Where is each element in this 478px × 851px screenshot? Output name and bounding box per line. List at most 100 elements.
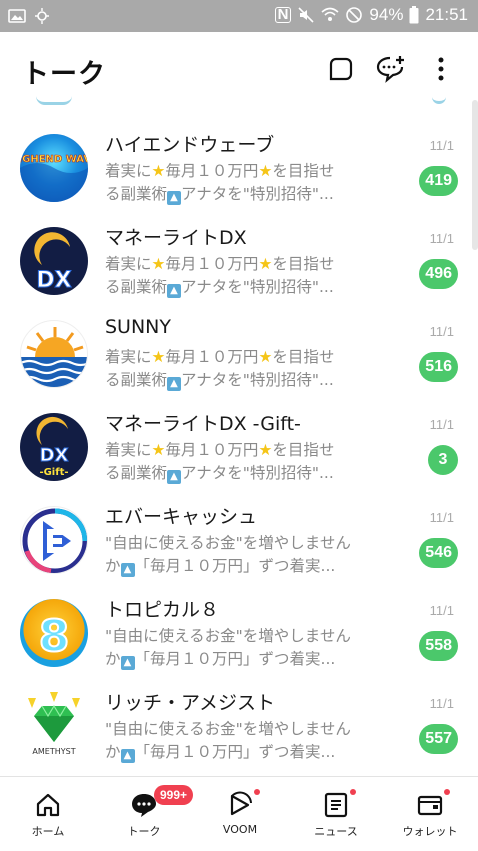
clock: 21:51 xyxy=(425,5,468,24)
nav-home[interactable]: ホーム xyxy=(0,777,96,851)
avatar-text: AMETHYST xyxy=(32,747,75,756)
app-header: トーク xyxy=(0,32,478,102)
nav-wallet[interactable]: ウォレット xyxy=(382,777,478,851)
home-icon xyxy=(36,793,60,817)
avatar-text: 8 xyxy=(39,611,70,662)
star-icon: ★ xyxy=(151,162,166,180)
unread-badge: 419 xyxy=(419,166,458,196)
nav-talk[interactable]: 999+ トーク xyxy=(96,777,194,851)
avatar-text: HIGHEND WAVE xyxy=(20,154,88,165)
chat-preview: 着実に★毎月１０万円★を目指せ る副業術 ▲ アナタを"特別招待"... xyxy=(105,255,335,298)
star-icon: ★ xyxy=(258,255,273,273)
news-icon xyxy=(324,792,348,818)
up-arrow-icon: ▲ xyxy=(120,563,135,577)
star-icon: ★ xyxy=(258,348,273,366)
up-arrow-icon: ▲ xyxy=(167,284,182,298)
wallet-icon xyxy=(417,795,443,816)
more-options-button[interactable] xyxy=(426,54,456,84)
chat-date: 11/1 xyxy=(429,324,454,339)
nav-voom[interactable]: VOOM xyxy=(192,777,288,851)
bottom-nav: ホーム 999+ トーク VOOM ニュース ウォレット xyxy=(0,776,478,851)
up-arrow-icon: ▲ xyxy=(167,377,182,391)
scrollbar[interactable] xyxy=(472,100,478,250)
open-chat-button[interactable] xyxy=(326,54,356,84)
new-chat-icon xyxy=(376,56,404,83)
mute-icon xyxy=(298,7,314,23)
unread-badge: 496 xyxy=(419,259,458,289)
battery-icon xyxy=(409,6,419,24)
star-icon: ★ xyxy=(258,441,273,459)
unread-badge: 546 xyxy=(419,538,458,568)
avatar xyxy=(20,506,88,574)
gallery-icon xyxy=(8,9,26,23)
nfc-icon: N xyxy=(274,7,292,23)
chat-name: トロピカル８ xyxy=(105,599,220,621)
chat-row[interactable]: SUNNY 着実に★毎月１０万円★を目指せ る副業術 ▲ アナタを"特別招待"...… xyxy=(0,310,478,403)
avatar-subtext: -Gift- xyxy=(39,467,68,478)
chat-name: マネーライトDX -Gift- xyxy=(105,413,301,435)
nav-wallet-label: ウォレット xyxy=(402,825,458,838)
voom-icon xyxy=(230,791,252,816)
up-arrow-icon: ▲ xyxy=(120,656,135,670)
chat-row[interactable]: DX -Gift- マネーライトDX -Gift- 着実に★毎月１０万円★を目指… xyxy=(0,403,478,496)
chat-name: SUNNY xyxy=(105,316,171,338)
up-arrow-icon: ▲ xyxy=(167,470,182,484)
voom-notification-dot xyxy=(254,789,260,795)
wallet-notification-dot xyxy=(444,789,450,795)
avatar: 8 xyxy=(20,599,88,667)
talk-unread-badge: 999+ xyxy=(154,785,194,805)
nav-talk-label: トーク xyxy=(127,825,161,838)
avatar: HIGHEND WAVE xyxy=(20,134,88,202)
chat-preview: "自由に使えるお金"を増やしません か ▲ 「毎月１０万円」ずつ着実... xyxy=(105,534,351,577)
do-not-disturb-icon xyxy=(346,7,363,23)
up-arrow-icon: ▲ xyxy=(167,191,182,205)
chat-date: 11/1 xyxy=(429,510,454,525)
chat-preview: "自由に使えるお金"を増やしません か ▲ 「毎月１０万円」ずつ着実... xyxy=(105,627,351,670)
avatar-text: DX xyxy=(36,268,71,293)
chat-row[interactable]: エバーキャッシュ "自由に使えるお金"を増やしません か ▲ 「毎月１０万円」ずつ着… xyxy=(0,496,478,589)
chat-name: マネーライトDX xyxy=(105,227,247,249)
chat-date: 11/1 xyxy=(429,603,454,618)
nav-home-label: ホーム xyxy=(31,825,65,838)
star-icon: ★ xyxy=(151,348,166,366)
star-icon: ★ xyxy=(151,255,166,273)
chat-preview: 着実に★毎月１０万円★を目指せ る副業術 ▲ アナタを"特別招待"... xyxy=(105,441,335,484)
more-vertical-icon xyxy=(438,57,444,81)
news-notification-dot xyxy=(350,789,356,795)
avatar-text: DX xyxy=(40,445,69,466)
chat-list[interactable]: HIGHEND WAVE ハイエンドウェーブ 着実に★毎月１０万円★を目指せ る… xyxy=(0,96,478,776)
star-icon: ★ xyxy=(258,162,273,180)
avatar: DX -Gift- xyxy=(20,413,88,481)
avatar: DX xyxy=(20,227,88,295)
unread-badge: 558 xyxy=(419,631,458,661)
status-bar: N 94% 21:51 xyxy=(0,0,478,32)
unread-badge: 3 xyxy=(428,445,458,475)
chat-date: 11/1 xyxy=(429,417,454,432)
wifi-icon xyxy=(321,7,339,21)
nav-news[interactable]: ニュース xyxy=(288,777,384,851)
chat-name: リッチ・アメジスト xyxy=(105,692,276,714)
chat-preview: "自由に使えるお金"を増やしません か ▲ 「毎月１０万円」ずつ着実... xyxy=(105,720,351,763)
chat-preview: 着実に★毎月１０万円★を目指せ る副業術 ▲ アナタを"特別招待"... xyxy=(105,348,335,391)
chat-date: 11/1 xyxy=(429,696,454,711)
partial-row xyxy=(0,96,478,108)
nav-news-label: ニュース xyxy=(314,825,358,838)
open-chat-icon xyxy=(329,57,353,81)
chat-row[interactable]: HIGHEND WAVE ハイエンドウェーブ 着実に★毎月１０万円★を目指せ る… xyxy=(0,124,478,217)
chat-row[interactable]: AMETHYST リッチ・アメジスト "自由に使えるお金"を増やしません か ▲ 「… xyxy=(0,682,478,775)
battery-percent: 94% xyxy=(369,5,404,24)
chat-row[interactable]: DX マネーライトDX 着実に★毎月１０万円★を目指せ る副業術 ▲ アナタを"特別… xyxy=(0,217,478,310)
star-icon: ★ xyxy=(151,441,166,459)
avatar xyxy=(20,320,88,388)
avatar: AMETHYST xyxy=(20,692,88,760)
up-arrow-icon: ▲ xyxy=(120,749,135,763)
chat-name: ハイエンドウェーブ xyxy=(105,134,275,156)
chat-row[interactable]: 8 トロピカル８ "自由に使えるお金"を増やしません か ▲ 「毎月１０万円」ずつ着… xyxy=(0,589,478,682)
chat-date: 11/1 xyxy=(429,138,454,153)
new-chat-button[interactable] xyxy=(376,54,406,84)
nav-voom-label: VOOM xyxy=(222,823,258,836)
page-title: トーク xyxy=(22,59,106,90)
chat-date: 11/1 xyxy=(429,231,454,246)
unread-badge: 557 xyxy=(419,724,458,754)
weather-icon xyxy=(35,8,49,24)
